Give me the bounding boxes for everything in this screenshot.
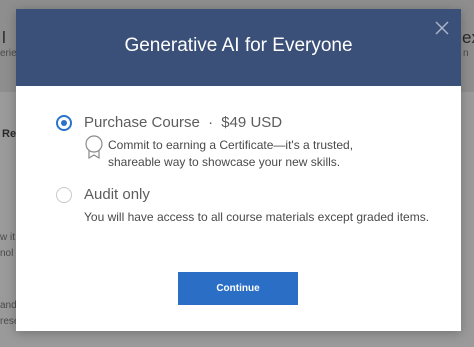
modal-title: Generative AI for Everyone <box>124 35 353 56</box>
audit-only-description: You will have access to all course mater… <box>84 210 430 224</box>
background-header-left-sub: erie <box>0 48 17 59</box>
audit-only-label: Audit only <box>84 186 150 203</box>
background-text: nol <box>0 248 14 259</box>
background-header-right-sub: n <box>463 48 469 59</box>
close-icon[interactable] <box>433 19 451 37</box>
background-header-right: exib <box>462 28 474 47</box>
background-text: w it <box>0 232 15 243</box>
audit-only-radio[interactable] <box>56 187 72 203</box>
continue-button[interactable]: Continue <box>178 272 298 305</box>
label-separator: · <box>208 114 214 131</box>
modal-header: Generative AI for Everyone <box>16 9 461 86</box>
option-label-text: Purchase Course <box>84 114 200 131</box>
enroll-modal: Generative AI for Everyone Purchase Cour… <box>16 9 461 331</box>
purchase-course-label: Purchase Course · $49 USD <box>84 114 282 131</box>
price-text: $49 USD <box>221 114 283 131</box>
purchase-course-radio[interactable] <box>56 115 72 131</box>
certificate-icon <box>83 134 105 160</box>
purchase-course-description: Commit to earning a Certificate—it's a t… <box>108 138 354 169</box>
background-text: and <box>0 300 17 311</box>
background-header-left: l <box>2 28 6 47</box>
